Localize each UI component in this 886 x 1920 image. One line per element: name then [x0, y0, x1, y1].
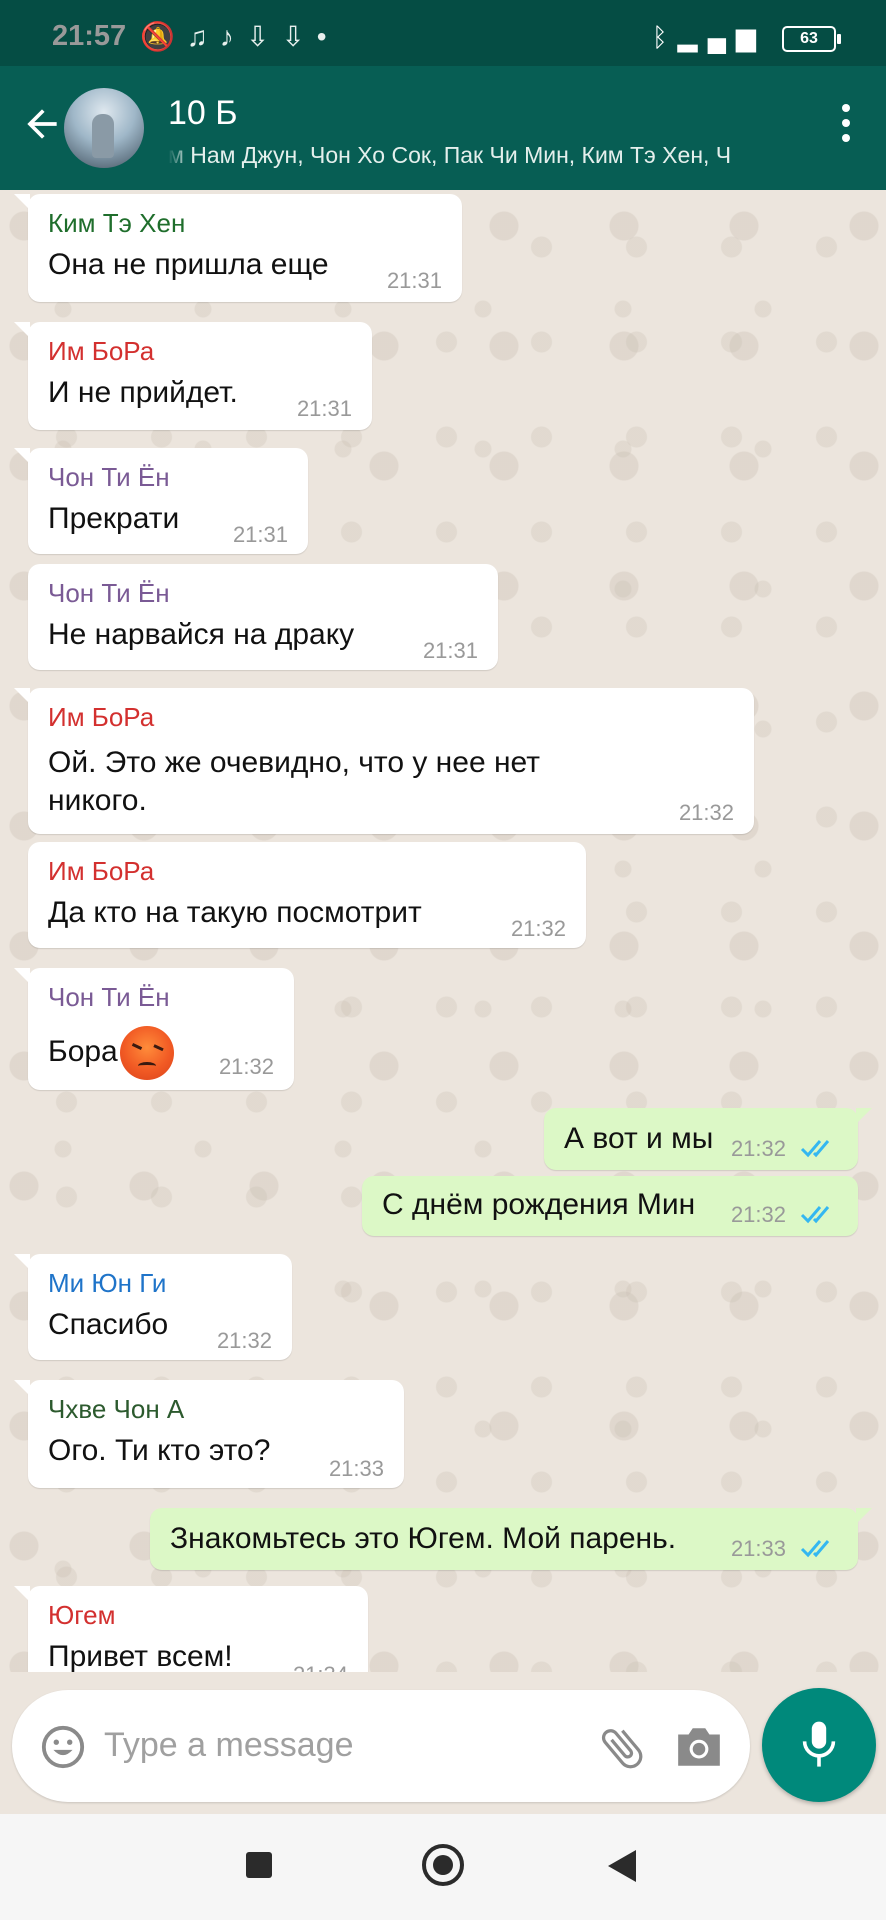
- attach-icon[interactable]: [596, 1722, 648, 1774]
- message-text: А вот и мы: [564, 1122, 714, 1155]
- message-time: 21:31: [296, 396, 352, 421]
- message-text: Ой. Это же очевидно, что у нее нет: [48, 746, 540, 779]
- recents-button[interactable]: [246, 1852, 272, 1878]
- message-sender: Чхве Чон А: [48, 1394, 185, 1424]
- message-bubble-outgoing[interactable]: С днём рождения Мин 21:32: [362, 1176, 858, 1236]
- message-time: 21:32: [730, 1202, 786, 1227]
- message-time: 21:31: [386, 268, 442, 293]
- message-time: 21:31: [232, 522, 288, 547]
- voice-message-button[interactable]: [762, 1688, 876, 1802]
- message-bubble[interactable]: Им БоРа И не прийдет. 21:31: [14, 322, 372, 430]
- more-options-icon[interactable]: [840, 104, 852, 148]
- message-sender: Чон Ти Ён: [48, 982, 170, 1012]
- message-time: 21:32: [510, 916, 566, 941]
- message-text: Спасибо: [48, 1308, 169, 1341]
- back-button[interactable]: [608, 1850, 636, 1882]
- message-sender: Чон Ти Ён: [48, 462, 170, 492]
- message-time: 21:34: [293, 1662, 348, 1672]
- message-text-line-2: никого.: [48, 784, 147, 817]
- camera-icon[interactable]: [674, 1724, 724, 1770]
- message-text: С днём рождения Мин: [382, 1188, 696, 1221]
- battery-icon: 63: [782, 26, 841, 52]
- message-sender: Чон Ти Ён: [48, 578, 170, 608]
- message-text: Не нарвайся на драку: [48, 618, 355, 651]
- group-members[interactable]: м Нам Джун, Чон Хо Сок, Пак Чи Мин, Ким …: [168, 142, 768, 169]
- home-button[interactable]: [422, 1844, 464, 1886]
- message-composer[interactable]: Type a message: [12, 1690, 750, 1802]
- chat-header: 10 Б м Нам Джун, Чон Хо Сок, Пак Чи Мин,…: [0, 66, 886, 190]
- message-bubble[interactable]: Чхве Чон А Ого. Ти кто это? 21:33: [14, 1380, 404, 1488]
- message-list[interactable]: Ким Тэ Хен Она не пришла еще 21:31 Им Бо…: [0, 190, 886, 1672]
- message-sender: Им БоРа: [48, 856, 155, 886]
- emoji-icon[interactable]: [40, 1724, 86, 1770]
- message-sender: Ми Юн Ги: [48, 1268, 167, 1298]
- message-sender: Югем: [48, 1600, 116, 1630]
- message-sender: Им БоРа: [48, 336, 155, 366]
- message-bubble[interactable]: Ми Юн Ги Спасибо 21:32: [14, 1254, 292, 1360]
- message-time: 21:31: [422, 638, 478, 663]
- message-sender: Им БоРа: [48, 702, 155, 732]
- read-receipt-icon: [800, 1140, 830, 1158]
- message-text: Да кто на такую посмотрит: [48, 896, 422, 929]
- group-title[interactable]: 10 Б: [168, 94, 238, 133]
- message-sender: Ким Тэ Хен: [48, 208, 186, 238]
- angry-face-emoji: [119, 1026, 174, 1080]
- message-text: Прекрати: [48, 502, 180, 535]
- message-text: Она не пришла еще: [48, 248, 329, 281]
- read-receipt-icon: [800, 1206, 830, 1224]
- message-text: Знакомьтесь это Югем. Мой парень.: [170, 1522, 677, 1555]
- status-bar: 21:57 🔕♫♪⇩⇩• ᛒ▂▄▆ 63: [0, 0, 886, 66]
- system-navigation-bar: [0, 1814, 886, 1920]
- microphone-icon: [802, 1721, 836, 1767]
- notification-icons: 🔕♫♪⇩⇩•: [140, 21, 339, 52]
- message-bubble[interactable]: Им БоРа Да кто на такую посмотрит 21:32: [28, 842, 586, 948]
- message-text: Бора: [48, 1034, 118, 1068]
- message-bubble[interactable]: Чон Ти Ён Не нарвайся на драку 21:31: [28, 564, 498, 670]
- message-input[interactable]: Type a message: [104, 1726, 353, 1765]
- message-time: 21:32: [218, 1054, 274, 1079]
- message-time: 21:32: [730, 1136, 786, 1161]
- message-bubble-outgoing[interactable]: Знакомьтесь это Югем. Мой парень. 21:33: [150, 1508, 872, 1570]
- message-bubble[interactable]: Югем Привет всем! 21:34: [14, 1586, 368, 1672]
- message-text: Привет всем!: [48, 1640, 233, 1672]
- back-arrow-icon[interactable]: [20, 102, 64, 146]
- connectivity-icons: ᛒ▂▄▆: [651, 22, 766, 52]
- group-avatar[interactable]: [64, 88, 144, 168]
- message-text: И не прийдет.: [48, 376, 238, 409]
- message-bubble[interactable]: Чон Ти Ён Бора 21:32: [14, 968, 294, 1090]
- message-bubble[interactable]: Ким Тэ Хен Она не пришла еще 21:31: [14, 194, 462, 302]
- message-text-row: Бора: [48, 1026, 174, 1080]
- message-time: 21:33: [730, 1536, 786, 1561]
- message-bubble-outgoing[interactable]: А вот и мы 21:32: [544, 1108, 872, 1170]
- message-time: 21:32: [216, 1328, 272, 1353]
- message-time: 21:33: [328, 1456, 384, 1481]
- message-bubble[interactable]: Чон Ти Ён Прекрати 21:31: [14, 448, 308, 554]
- read-receipt-icon: [800, 1540, 830, 1558]
- message-bubble[interactable]: Им БоРа Ой. Это же очевидно, что у нее н…: [14, 688, 754, 834]
- message-time: 21:32: [678, 800, 734, 825]
- message-text: Ого. Ти кто это?: [48, 1434, 271, 1467]
